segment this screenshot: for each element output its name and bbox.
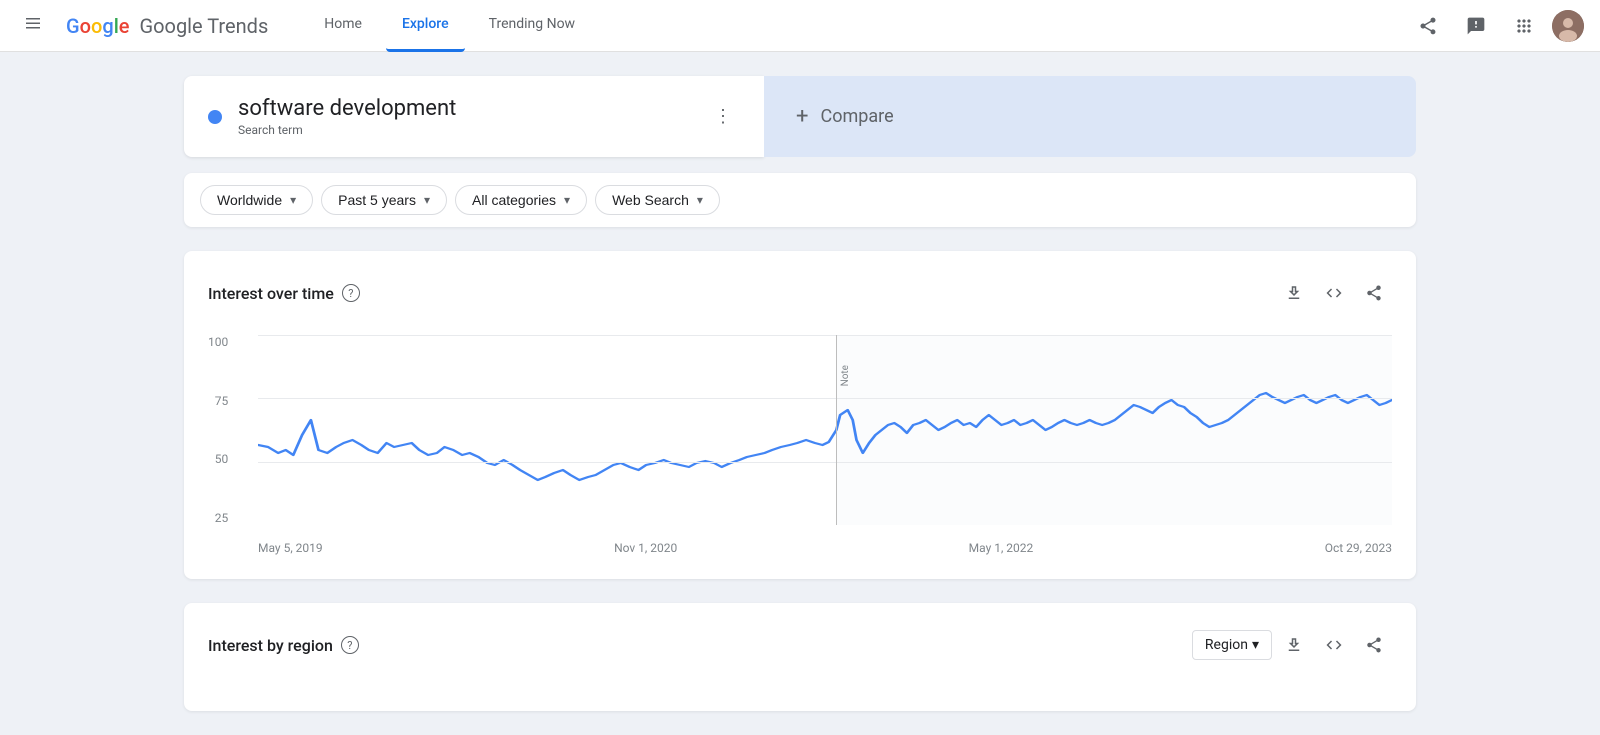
interest-by-region-section: Interest by region ? Region ▾ xyxy=(184,603,1416,711)
y-label-50: 50 xyxy=(215,452,229,466)
filter-category-label: All categories xyxy=(472,192,556,208)
search-term-type: Search term xyxy=(238,123,690,137)
filter-search-type-chevron: ▾ xyxy=(697,193,703,207)
filter-category-chevron: ▾ xyxy=(564,193,570,207)
avatar[interactable] xyxy=(1552,10,1584,42)
search-dot xyxy=(208,110,222,124)
interest-over-time-section: Interest over time ? xyxy=(184,251,1416,579)
x-axis: May 5, 2019 Nov 1, 2020 May 1, 2022 Oct … xyxy=(258,541,1392,555)
search-compare-row: software development Search term ⋮ + Com… xyxy=(184,76,1416,157)
region-section-actions: Region ▾ xyxy=(1192,627,1392,663)
x-label-1: Nov 1, 2020 xyxy=(614,541,677,555)
grid-line-100 xyxy=(258,335,1392,336)
search-term-info: software development Search term xyxy=(238,96,690,137)
compare-label: Compare xyxy=(820,106,893,127)
compare-plus-icon: + xyxy=(796,104,808,129)
region-share-icon-btn[interactable] xyxy=(1356,627,1392,663)
nav-home[interactable]: Home xyxy=(308,0,378,52)
search-more-options-button[interactable]: ⋮ xyxy=(706,98,740,135)
chart-area: Note xyxy=(258,335,1392,525)
region-download-icon-btn[interactable] xyxy=(1276,627,1312,663)
section-title-row: Interest over time ? xyxy=(208,284,360,303)
filter-time-range-label: Past 5 years xyxy=(338,192,416,208)
apps-icon-btn[interactable] xyxy=(1504,6,1544,46)
region-select[interactable]: Region ▾ xyxy=(1192,630,1272,660)
nav-explore[interactable]: Explore xyxy=(386,0,465,52)
header-nav: Home Explore Trending Now xyxy=(308,0,591,52)
interest-by-region-help[interactable]: ? xyxy=(341,636,359,654)
logo-trends: Google Trends xyxy=(140,14,269,38)
y-label-75: 75 xyxy=(215,394,229,408)
compare-card[interactable]: + Compare xyxy=(764,76,1416,157)
filter-location[interactable]: Worldwide ▾ xyxy=(200,185,313,215)
main-content: software development Search term ⋮ + Com… xyxy=(160,52,1440,735)
y-label-100: 100 xyxy=(208,335,228,349)
share-chart-icon-btn[interactable] xyxy=(1356,275,1392,311)
avatar-image xyxy=(1552,10,1584,42)
grid-line-75 xyxy=(258,398,1392,399)
x-label-0: May 5, 2019 xyxy=(258,541,323,555)
search-term-name: software development xyxy=(238,96,690,121)
feedback-icon-btn[interactable] xyxy=(1456,6,1496,46)
menu-icon[interactable] xyxy=(16,6,50,46)
interest-over-time-header: Interest over time ? xyxy=(208,275,1392,311)
interest-over-time-help[interactable]: ? xyxy=(342,284,360,302)
section-actions xyxy=(1276,275,1392,311)
filter-time-range-chevron: ▾ xyxy=(424,193,430,207)
download-icon-btn[interactable] xyxy=(1276,275,1312,311)
interest-by-region-header: Interest by region ? Region ▾ xyxy=(208,627,1392,663)
filter-row: Worldwide ▾ Past 5 years ▾ All categorie… xyxy=(184,173,1416,227)
logo[interactable]: Google Google Trends xyxy=(66,14,268,38)
filter-search-type-label: Web Search xyxy=(612,192,689,208)
grid-line-50 xyxy=(258,462,1392,463)
interest-by-region-title: Interest by region xyxy=(208,636,333,655)
chart-grid xyxy=(258,335,1392,525)
filter-category[interactable]: All categories ▾ xyxy=(455,185,587,215)
y-axis: 100 75 50 25 xyxy=(208,335,236,525)
filter-search-type[interactable]: Web Search ▾ xyxy=(595,185,720,215)
search-card: software development Search term ⋮ xyxy=(184,76,764,157)
interest-chart-container: 100 75 50 25 Note xyxy=(208,335,1392,555)
logo-google: Google xyxy=(66,14,130,38)
x-label-3: Oct 29, 2023 xyxy=(1325,541,1392,555)
share-icon-btn[interactable] xyxy=(1408,6,1448,46)
region-label: Region xyxy=(1205,637,1248,653)
header-right xyxy=(1408,6,1584,46)
header: Google Google Trends Home Explore Trendi… xyxy=(0,0,1600,52)
region-embed-icon-btn[interactable] xyxy=(1316,627,1352,663)
nav-trending-now[interactable]: Trending Now xyxy=(473,0,591,52)
filter-location-label: Worldwide xyxy=(217,192,282,208)
region-title-row: Interest by region ? xyxy=(208,636,359,655)
embed-icon-btn[interactable] xyxy=(1316,275,1352,311)
header-left: Google Google Trends Home Explore Trendi… xyxy=(16,0,591,52)
y-label-25: 25 xyxy=(215,511,229,525)
filter-time-range[interactable]: Past 5 years ▾ xyxy=(321,185,447,215)
note-label: Note xyxy=(840,365,851,386)
x-label-2: May 1, 2022 xyxy=(969,541,1034,555)
interest-over-time-title: Interest over time xyxy=(208,284,334,303)
region-chevron: ▾ xyxy=(1252,637,1259,653)
note-line: Note xyxy=(836,335,837,525)
filter-location-chevron: ▾ xyxy=(290,193,296,207)
